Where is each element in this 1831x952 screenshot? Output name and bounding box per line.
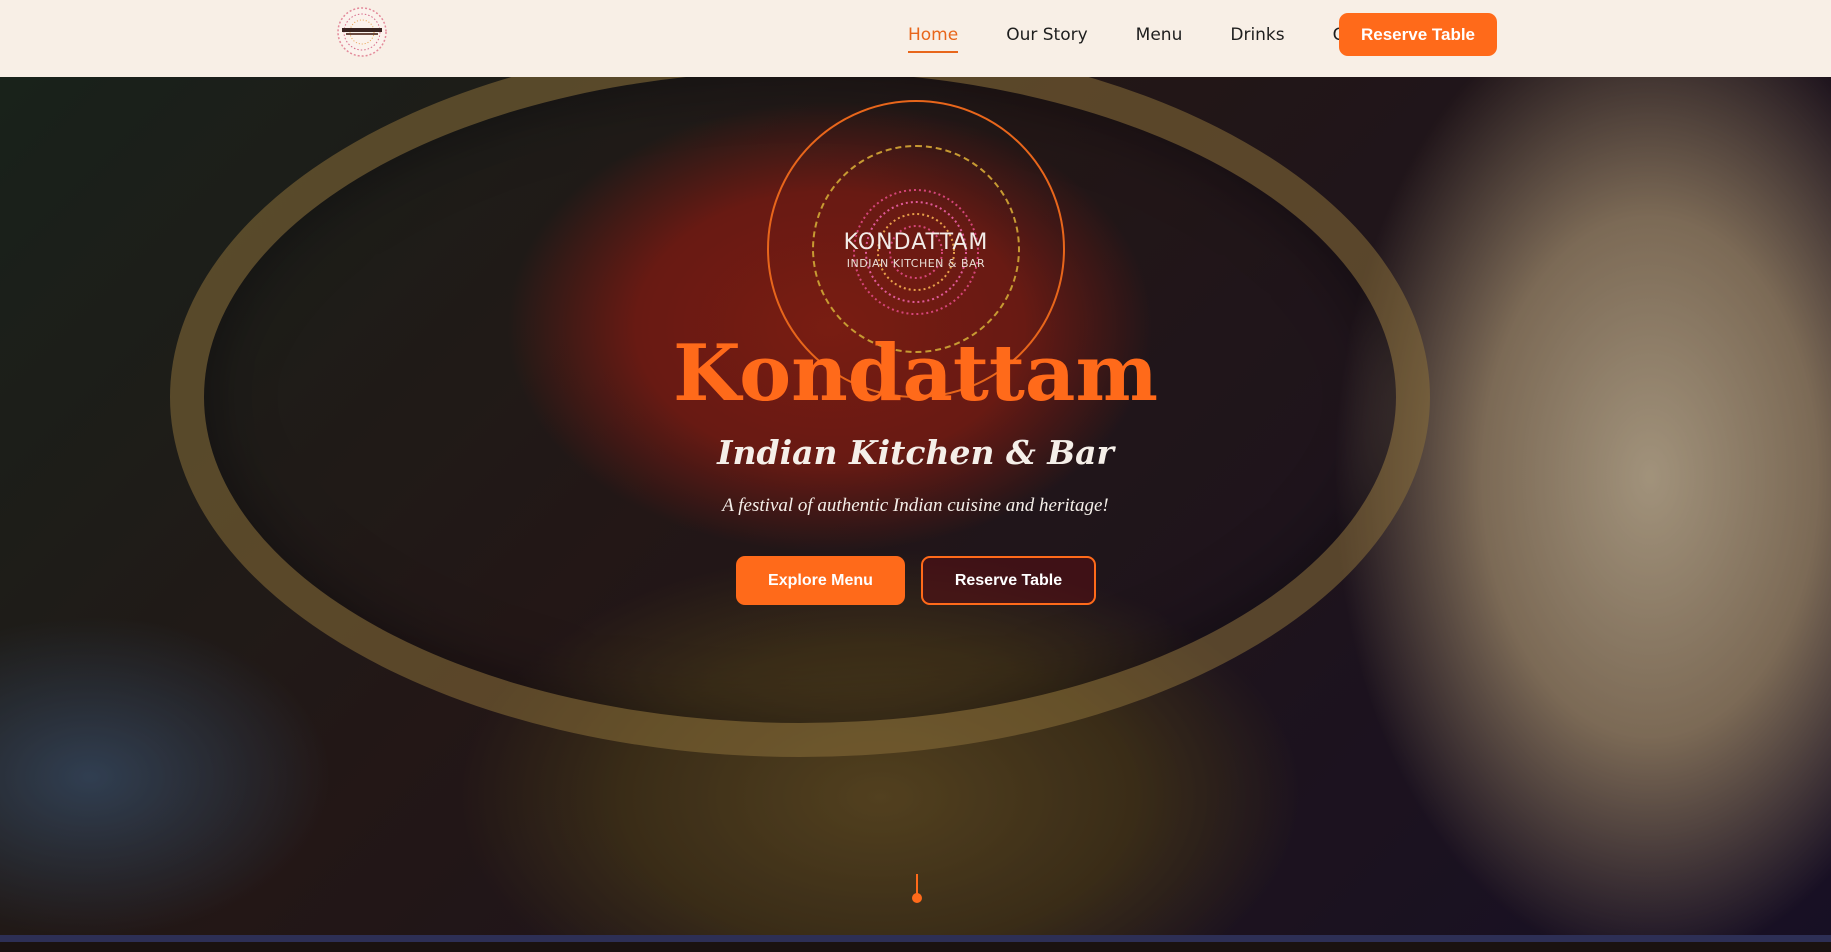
hero-tagline: A festival of authentic Indian cuisine a… [722, 495, 1109, 516]
top-navbar: Home Our Story Menu Drinks Contact Reser… [0, 0, 1831, 77]
hero-subtitle: Indian Kitchen & Bar [717, 433, 1114, 472]
nav-our-story-link[interactable]: Our Story [998, 19, 1095, 51]
nav-home-link[interactable]: Home [900, 19, 966, 53]
logo-icon[interactable] [336, 6, 388, 58]
next-section-edge [0, 935, 1831, 942]
scroll-indicator-dot-icon[interactable] [912, 893, 922, 903]
nav-reserve-table-button[interactable]: Reserve Table [1339, 13, 1497, 56]
nav-menu-link[interactable]: Menu [1128, 19, 1191, 51]
emblem-wordmark: KONDATTAM [843, 230, 989, 255]
hero-title: Kondattam [672, 328, 1159, 419]
emblem-subtext: INDIAN KITCHEN & BAR [846, 257, 986, 270]
explore-menu-button[interactable]: Explore Menu [736, 556, 905, 605]
nav-drinks-link[interactable]: Drinks [1222, 19, 1292, 51]
hero-section: KONDATTAM INDIAN KITCHEN & BAR Kondattam… [0, 77, 1831, 942]
hero-reserve-table-button[interactable]: Reserve Table [921, 556, 1096, 605]
